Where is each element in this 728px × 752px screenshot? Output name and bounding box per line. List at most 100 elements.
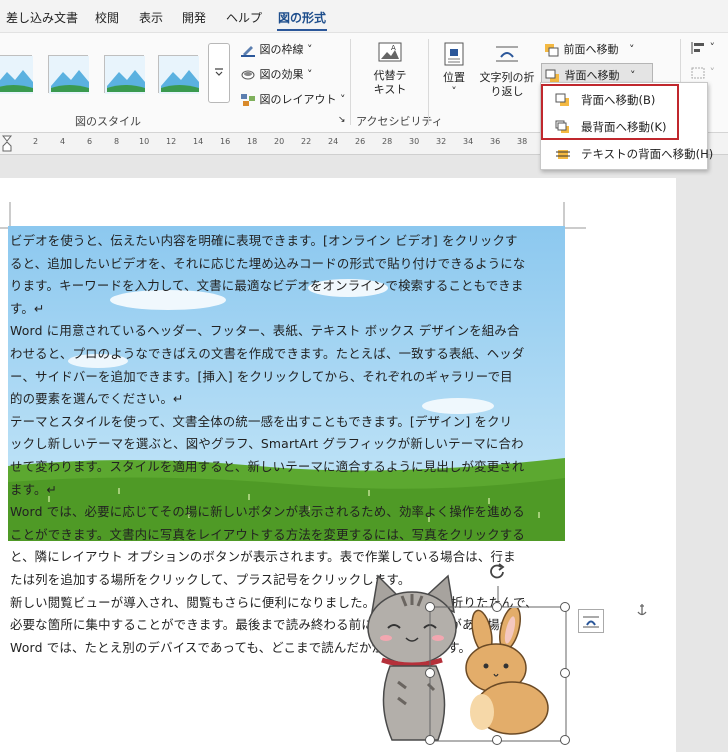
tab-review[interactable]: 校閲 xyxy=(95,9,119,26)
ruler-tick: 12 xyxy=(166,137,177,146)
alt-text-button[interactable]: A 代替テ キスト xyxy=(360,41,420,97)
text-line: Word では、必要に応じてその場に新しいボタンが表示されるため、効率よく操作を… xyxy=(10,504,525,520)
align-button[interactable]: ˅ xyxy=(690,41,715,55)
alt-text-label-2: キスト xyxy=(373,83,407,96)
ruler-tick: 26 xyxy=(355,137,366,146)
resize-handle-bottom-left[interactable] xyxy=(425,735,435,745)
landscape-icon xyxy=(159,56,199,94)
picture-border-label: 図の枠線 xyxy=(259,43,304,56)
resize-handle-left[interactable] xyxy=(425,668,435,678)
picture-style-thumb-4[interactable] xyxy=(158,55,199,94)
dialog-launcher-icon[interactable]: ↘ xyxy=(338,115,346,125)
rotate-handle-icon[interactable] xyxy=(488,562,506,580)
ruler-tick: 6 xyxy=(87,137,93,146)
picture-effects-label: 図の効果 xyxy=(259,68,304,81)
ruler-tick: 8 xyxy=(114,137,120,146)
picture-border-button[interactable]: 図の枠線 ˅ xyxy=(240,41,313,57)
ruler-tick: 38 xyxy=(517,137,528,146)
resize-handle-right[interactable] xyxy=(560,668,570,678)
tab-view[interactable]: 表示 xyxy=(139,9,163,26)
picture-style-thumb-2[interactable] xyxy=(48,55,89,94)
send-behind-text-icon xyxy=(556,150,570,159)
indent-marker-icon[interactable] xyxy=(2,134,14,154)
send-backward-icon xyxy=(545,69,559,82)
ribbon-tab-bar: 差し込み文書 校閲 表示 開発 ヘルプ 図の形式 xyxy=(0,0,728,32)
picture-layout-button[interactable]: 図のレイアウト ˅ xyxy=(240,91,346,107)
picture-layout-label: 図のレイアウト xyxy=(259,93,337,106)
text-line: ビデオを使うと、伝えたい内容を明確に表現できます。[オンライン ビデオ] をクリ… xyxy=(10,233,518,248)
tab-developer[interactable]: 開発 xyxy=(182,9,206,26)
tab-mailings[interactable]: 差し込み文書 xyxy=(6,9,78,26)
group-objects-button[interactable]: ˅ xyxy=(690,66,715,80)
resize-handle-bottom-right[interactable] xyxy=(560,735,570,745)
text-line: ると、追加したいビデオを、それに応じた埋め込みコードの形式で貼り付けできるように… xyxy=(10,255,526,271)
ruler-tick: 20 xyxy=(274,137,285,146)
text-line: ります。キーワードを入力して、文書に最適なビデオをオンラインで検索することもでき… xyxy=(10,278,524,294)
wrap-text-button[interactable]: 文字列の折 り返し xyxy=(477,41,537,99)
ruler-tick: 36 xyxy=(490,137,501,146)
highlight-box xyxy=(541,84,679,140)
ruler-tick: 10 xyxy=(139,137,150,146)
styles-group-label: 図のスタイル xyxy=(75,115,141,128)
ruler-tick: 28 xyxy=(382,137,393,146)
ruler-tick: 18 xyxy=(247,137,258,146)
resize-handle-top[interactable] xyxy=(492,602,502,612)
text-line: ー、サイドバーを追加できます。[挿入] をクリックしてから、それぞれのギャラリー… xyxy=(10,368,513,384)
wrap-text-icon xyxy=(583,616,599,628)
chevron-down-icon: ˅ xyxy=(451,85,457,98)
send-backward-label: 背面へ移動 xyxy=(564,69,620,82)
pen-border-icon xyxy=(241,46,255,57)
text-line: せて変わります。スタイルを適用すると、新しいテーマに適合するように見出しが変更さ… xyxy=(10,458,525,474)
picture-effects-button[interactable]: 図の効果 ˅ xyxy=(240,66,313,82)
landscape-icon xyxy=(49,56,89,94)
active-tab-indicator xyxy=(277,29,327,31)
resize-handle-top-right[interactable] xyxy=(560,602,570,612)
group-icon xyxy=(691,67,705,79)
text-line: ックし新しいテーマを選ぶと、図やグラフ、SmartArt グラフィックが新しいテ… xyxy=(10,436,524,452)
landscape-icon xyxy=(0,56,33,94)
ruler-tick: 16 xyxy=(220,137,231,146)
ruler-tick: 14 xyxy=(193,137,204,146)
alt-text-icon: A xyxy=(378,42,402,62)
text-line: テーマとスタイルを使って、文書全体の統一感を出すこともできます。[デザイン] を… xyxy=(10,413,513,429)
gallery-more-button[interactable] xyxy=(208,43,230,103)
menu-item-send-behind-text[interactable]: テキストの背面へ移動(H) xyxy=(541,141,713,167)
tab-help[interactable]: ヘルプ xyxy=(226,9,262,26)
position-icon xyxy=(444,42,464,66)
wrap-text-icon xyxy=(496,46,518,62)
bring-forward-button[interactable]: 前面へ移動 ˅ xyxy=(544,41,635,57)
group-separator xyxy=(350,39,351,125)
svg-text:A: A xyxy=(391,44,396,52)
accessibility-group-label: アクセシビリティ xyxy=(356,115,443,128)
chevron-down-icon xyxy=(215,68,223,76)
ruler-tick: 2 xyxy=(33,137,39,146)
ruler-tick: 30 xyxy=(409,137,420,146)
landscape-icon xyxy=(105,56,145,94)
tab-picture-format[interactable]: 図の形式 xyxy=(278,9,326,26)
text-line: Word に用意されているヘッダー、フッター、表紙、テキスト ボックス デザイン… xyxy=(10,323,520,339)
selection-frame[interactable] xyxy=(424,572,576,748)
resize-handle-top-left[interactable] xyxy=(425,602,435,612)
picture-style-thumb-3[interactable] xyxy=(104,55,145,94)
text-line: と、隣にレイアウト オプションのボタンが表示されます。表で作業している場合は、行… xyxy=(10,549,516,565)
canvas-margin xyxy=(676,178,728,752)
layout-options-button[interactable] xyxy=(578,609,604,633)
text-line: 的の要素を選んでください。↵ xyxy=(10,391,184,407)
effects-icon xyxy=(241,70,255,80)
layout-icon xyxy=(241,94,255,106)
ruler-tick: 22 xyxy=(301,137,312,146)
alt-text-label-1: 代替テ xyxy=(373,69,407,82)
position-label: 位置 xyxy=(443,71,465,84)
bring-forward-icon xyxy=(545,44,559,57)
resize-handle-bottom[interactable] xyxy=(492,735,502,745)
wrap-text-label-2: り返し xyxy=(490,85,524,98)
anchor-icon xyxy=(637,604,647,616)
picture-style-thumb-1[interactable] xyxy=(0,55,33,94)
ruler-tick: 32 xyxy=(436,137,447,146)
menu-item-label: テキストの背面へ移動(H) xyxy=(581,147,714,161)
ruler-tick: 4 xyxy=(60,137,66,146)
group-separator xyxy=(428,39,429,125)
position-button[interactable]: 位置 ˅ xyxy=(436,41,472,99)
text-line: ことができます。文書内に写真をレイアウトする方法を変更するには、写真をクリックす… xyxy=(10,526,525,542)
ruler-tick: 34 xyxy=(463,137,474,146)
